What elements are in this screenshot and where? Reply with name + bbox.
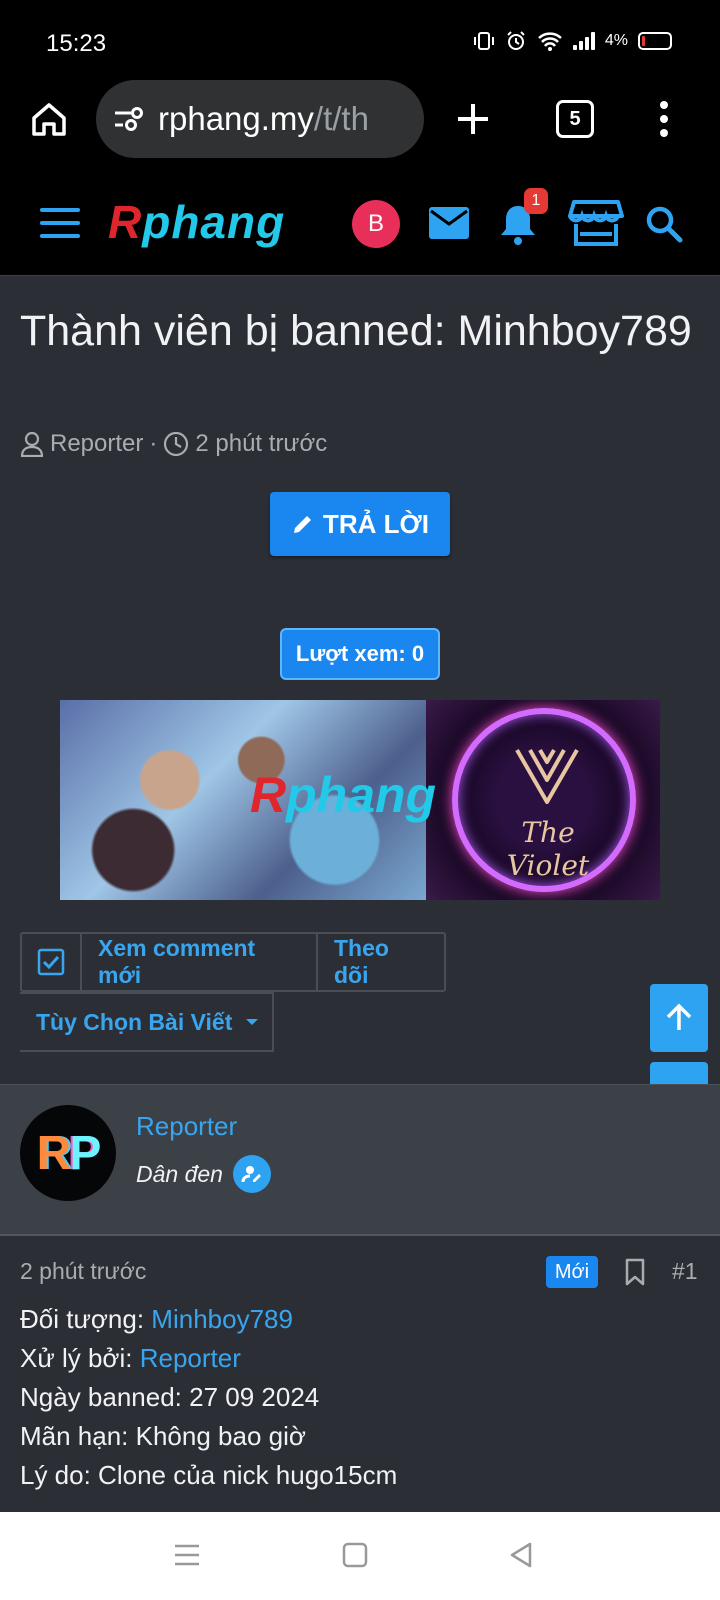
post-number[interactable]: #1 (672, 1258, 698, 1285)
thread-options-dropdown[interactable]: Tùy Chọn Bài Viết (20, 992, 274, 1052)
meta-separator: · (149, 430, 158, 457)
post-line: Lý do: Clone của nick hugo15cm (20, 1460, 398, 1490)
status-bar: 15:23 4% (0, 0, 720, 80)
site-header: Rphang B 1 (0, 170, 720, 276)
thread-time[interactable]: 2 phút trước (195, 430, 327, 458)
page-title: Thành viên bị banned: Minhboy789 (20, 307, 692, 355)
post-time[interactable]: 2 phút trước (20, 1258, 146, 1285)
target-user-link[interactable]: Minhboy789 (151, 1304, 293, 1334)
search-icon[interactable] (644, 204, 684, 244)
plus-icon (458, 104, 488, 134)
pencil-icon (294, 516, 312, 533)
store-icon[interactable] (568, 198, 624, 248)
select-checkbox[interactable] (22, 934, 82, 990)
notification-badge: 1 (524, 188, 548, 214)
view-count: Lượt xem: 0 (280, 628, 440, 680)
clock-icon (164, 431, 189, 457)
bookmark-icon[interactable] (624, 1258, 646, 1286)
banner-logo: Rphang (250, 767, 437, 823)
chevron-down-icon (246, 1019, 259, 1025)
site-logo[interactable]: Rphang (108, 194, 285, 250)
thread-meta: Reporter · 2 phút trước (20, 430, 327, 458)
post-author-name[interactable]: Reporter (136, 1111, 237, 1142)
home-button[interactable] (26, 96, 72, 142)
arrow-up-icon (666, 1003, 692, 1030)
site-settings-icon (115, 107, 143, 131)
reply-button[interactable]: TRẢ LỜI (270, 492, 450, 556)
new-comments-button[interactable]: Xem comment mới (82, 934, 318, 990)
vibrate-icon (473, 32, 494, 50)
verified-user-icon (232, 1155, 271, 1193)
post-line: Đối tượng: Minhboy789 (20, 1304, 293, 1334)
battery-percent: 4% (604, 32, 628, 49)
tab-switcher-button[interactable]: 5 (556, 100, 594, 138)
post-line: Ngày banned: 27 09 2024 (20, 1382, 320, 1412)
post-body: Đối tượng: Minhboy789 Xử lý bởi: Reporte… (20, 1300, 397, 1495)
recent-apps-icon[interactable] (172, 1540, 202, 1570)
user-avatar[interactable]: B (352, 200, 400, 248)
post-line: Mãn hạn: Không bao giờ (20, 1421, 306, 1451)
back-icon[interactable] (506, 1540, 536, 1570)
home-nav-icon[interactable] (340, 1540, 370, 1570)
alarm-icon (507, 31, 525, 50)
banner-brand: The Violet (506, 816, 590, 882)
new-badge: Mới (546, 1256, 598, 1288)
address-bar[interactable]: rphang.my/t/th (96, 80, 424, 158)
scroll-top-button[interactable] (650, 984, 708, 1052)
user-icon (20, 431, 44, 457)
status-time: 15:23 (46, 30, 107, 57)
checkbox-icon (37, 948, 65, 976)
browser-toolbar: rphang.my/t/th 5 (0, 80, 720, 170)
signal-icon (572, 32, 595, 50)
battery-icon (638, 32, 672, 50)
system-navigation-bar (0, 1512, 720, 1600)
ad-banner[interactable]: The Violet Rphang (60, 700, 660, 900)
post-line: Xử lý bởi: Reporter (20, 1343, 241, 1373)
thread-action-group: Xem comment mới Theo dõi (20, 932, 446, 992)
mail-icon[interactable] (428, 206, 470, 240)
author-role: Dân đen (136, 1155, 271, 1193)
browser-menu-button[interactable] (654, 96, 674, 142)
wifi-icon (538, 32, 562, 51)
post-author-bar: RP Reporter Dân đen (0, 1084, 720, 1236)
author-avatar[interactable]: RP (20, 1105, 116, 1201)
violet-logo-icon (515, 748, 579, 804)
new-tab-button[interactable] (450, 96, 496, 142)
thread-author[interactable]: Reporter (50, 430, 143, 458)
status-icons: 4% (473, 30, 672, 52)
url-text: rphang.my/t/th (158, 100, 369, 137)
follow-button[interactable]: Theo dõi (318, 934, 444, 990)
handler-user-link[interactable]: Reporter (140, 1343, 241, 1373)
hamburger-menu-icon[interactable] (40, 208, 80, 238)
home-icon (32, 103, 66, 136)
